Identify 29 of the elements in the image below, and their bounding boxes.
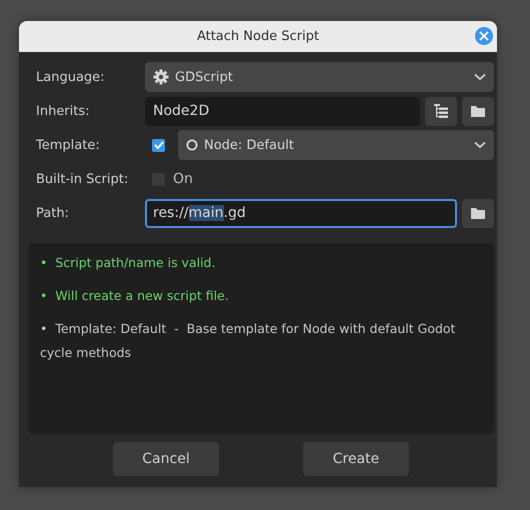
browse-button[interactable]	[462, 198, 494, 228]
folder-icon	[471, 207, 485, 219]
tree-button[interactable]	[425, 96, 457, 126]
field-label: Template:	[35, 138, 101, 152]
dialog-button[interactable]: Create	[303, 442, 409, 476]
check-icon	[154, 141, 164, 149]
dialog-button[interactable]: Cancel	[113, 442, 219, 476]
field-label: Path:	[35, 206, 70, 220]
browse-button[interactable]	[462, 96, 494, 126]
field-label: Language:	[35, 70, 106, 84]
window-title: Attach Node Script	[196, 29, 320, 44]
field-label: Built-in Script:	[35, 172, 130, 186]
close-icon	[479, 31, 489, 41]
language-dropdown[interactable]: GDScript	[145, 62, 494, 92]
template-checkbox[interactable]	[152, 138, 165, 152]
status-message: • Script path/name is valid.	[40, 254, 216, 272]
gear-icon	[153, 69, 169, 85]
tree-icon	[434, 104, 448, 118]
inherits-field[interactable]: Node2D	[145, 96, 420, 126]
caret-icon	[474, 73, 486, 81]
status-message: • Template: Default - Base template for Node with default Godot cycle methods	[40, 320, 456, 362]
status-message: • Will create a new script file.	[40, 287, 230, 305]
caret-icon	[474, 141, 486, 149]
circle-icon	[186, 139, 198, 151]
field-label: Inherits:	[35, 104, 91, 118]
close-button[interactable]	[475, 27, 493, 45]
path-field[interactable]: res://main.gd	[145, 198, 457, 228]
template-dropdown[interactable]: Node: Default	[178, 130, 494, 160]
folder-icon	[471, 105, 485, 117]
